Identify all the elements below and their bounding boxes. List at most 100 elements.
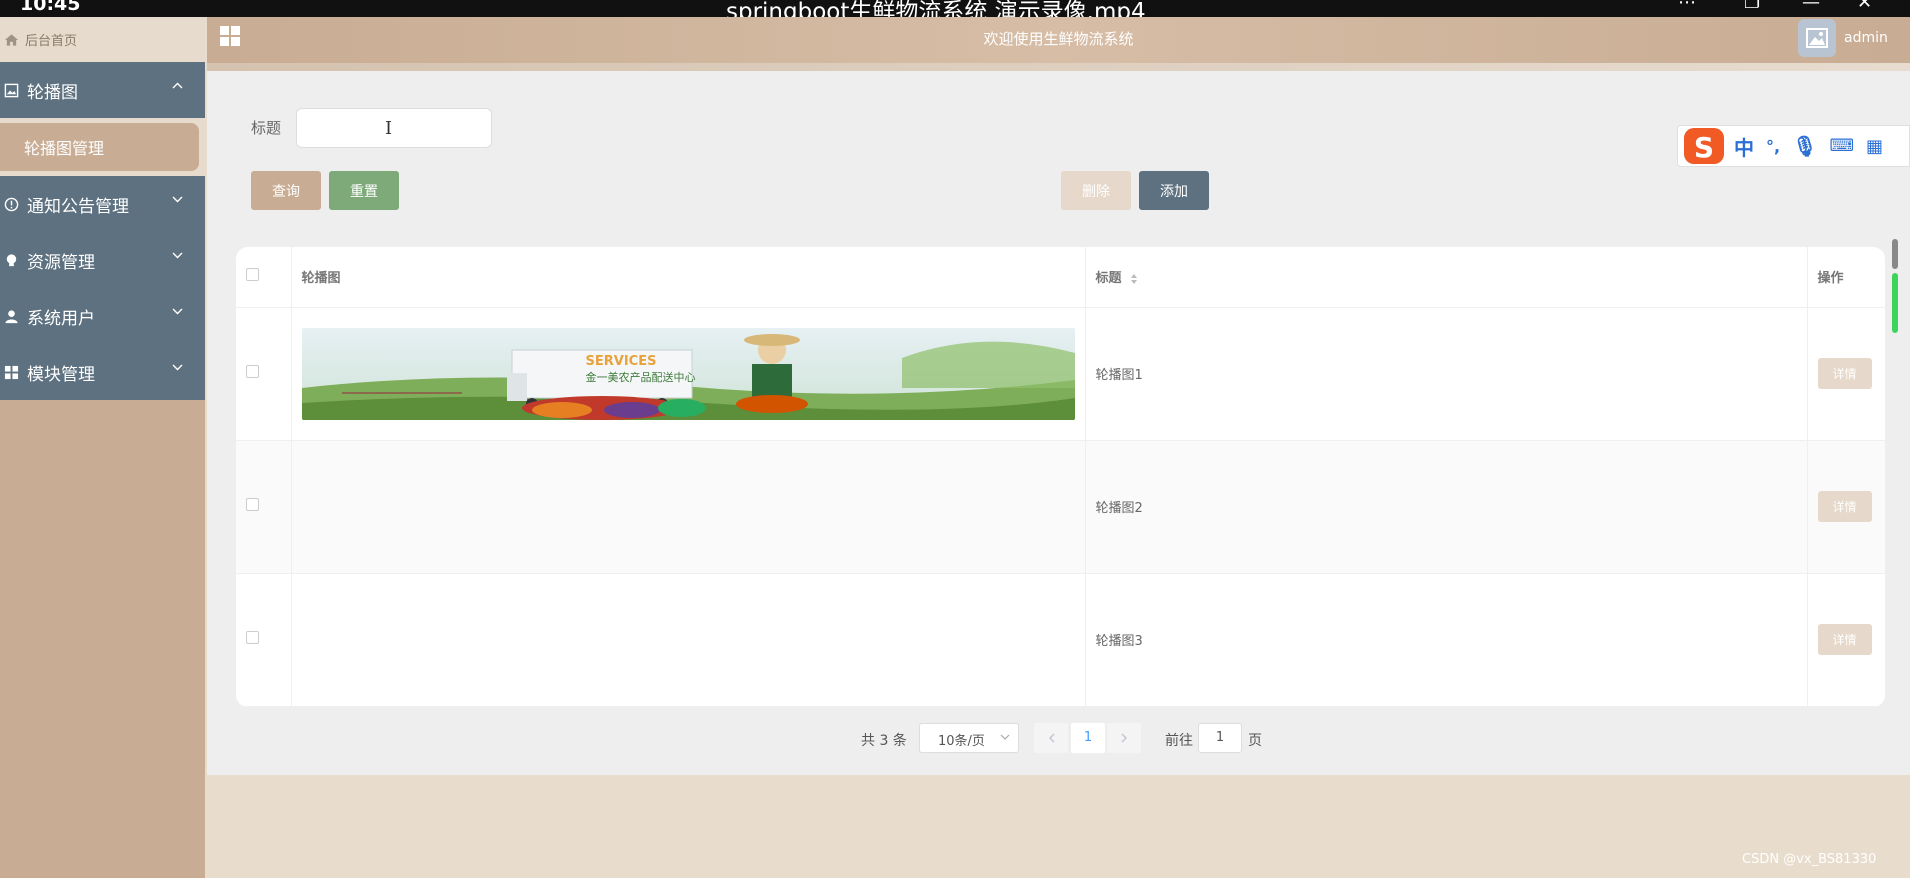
sogou-logo-icon: S	[1684, 128, 1724, 164]
close-icon[interactable]: ✕	[1857, 0, 1872, 12]
apps-icon[interactable]: ▦	[1866, 136, 1883, 157]
chevron-down-icon	[1000, 734, 1010, 740]
title-filter-label: 标题	[251, 119, 282, 137]
select-all-checkbox[interactable]	[246, 268, 259, 282]
info-icon	[4, 197, 19, 211]
svg-text:S: S	[1694, 131, 1714, 164]
avatar-image-icon	[1806, 28, 1828, 48]
minimize-icon[interactable]: —	[1802, 0, 1820, 12]
main-content: 标题 查询 重置 删除 添加 轮播图 标题 操作 SERVICES 金一美农产品…	[207, 71, 1910, 775]
sidebar-item-label: 通知公告管理	[27, 196, 129, 217]
sidebar-item-carousel[interactable]: 轮播图	[0, 62, 205, 118]
reset-button[interactable]: 重置	[329, 171, 399, 210]
column-header-banner: 轮播图	[291, 247, 1086, 308]
title-cell: 轮播图1	[1085, 307, 1808, 441]
chevron-down-icon	[172, 252, 183, 259]
goto-page-input[interactable]: 1	[1198, 723, 1242, 753]
header-divider	[207, 63, 1910, 71]
grid-icon	[4, 365, 19, 379]
more-icon[interactable]: ⋯	[1678, 0, 1696, 12]
row-select-cell	[236, 440, 292, 574]
sidebar-item-users[interactable]: 系统用户	[0, 288, 205, 344]
chevron-down-icon	[172, 364, 183, 371]
pip-icon[interactable]: ❐	[1744, 0, 1760, 12]
banner-cell: SERVICES 金一美农产品配送中心	[291, 307, 1086, 441]
chevron-right-icon	[1121, 733, 1127, 743]
chevron-down-icon	[172, 196, 183, 203]
text-cursor-icon: I	[385, 118, 393, 139]
page-number-current[interactable]: 1	[1071, 723, 1105, 753]
goto-label: 前往	[1165, 733, 1193, 749]
clock-text: 10:45	[20, 0, 81, 15]
avatar[interactable]	[1798, 19, 1836, 57]
watermark: CSDN @vx_BS81330	[1742, 852, 1877, 867]
next-page-button[interactable]	[1107, 723, 1141, 753]
table-row: 轮播图3 详情	[236, 573, 1885, 707]
column-header-actions: 操作	[1807, 247, 1885, 308]
sidebar-item-label: 轮播图	[27, 82, 78, 103]
row-checkbox[interactable]	[246, 498, 259, 511]
row-select-cell	[236, 307, 292, 441]
sort-icon[interactable]	[1130, 273, 1138, 285]
header-title: 欢迎使用生鲜物流系统	[983, 30, 1134, 48]
ime-punct[interactable]: °,	[1766, 137, 1780, 156]
row-checkbox[interactable]	[246, 631, 259, 644]
submenu-item-label: 轮播图管理	[24, 139, 105, 158]
detail-button[interactable]: 详情	[1817, 624, 1872, 655]
table-row: SERVICES 金一美农产品配送中心 轮播图1 详情	[236, 307, 1885, 441]
sidebar: 后台首页 轮播图 轮播图管理 通知公告管理 资源管理 系统用户 模块管理	[0, 17, 205, 878]
detail-button[interactable]: 详情	[1817, 491, 1872, 522]
select-all-cell	[236, 247, 292, 308]
image-icon	[4, 83, 19, 97]
video-title: springboot生鲜物流系统 演示录像.mp4	[726, 0, 1146, 17]
chevron-up-icon	[172, 82, 183, 89]
total-count: 共 3 条	[861, 733, 907, 749]
pagination: 共 3 条 10条/页 1 前往 1 页	[207, 723, 1910, 753]
banner-image[interactable]: SERVICES 金一美农产品配送中心	[301, 327, 1075, 420]
sidebar-item-label: 系统用户	[27, 308, 95, 329]
add-button[interactable]: 添加	[1139, 171, 1209, 210]
user-icon	[5, 309, 18, 323]
sidebar-item-label: 模块管理	[27, 364, 95, 385]
home-icon	[4, 33, 19, 46]
actions-cell: 详情	[1807, 307, 1885, 441]
delete-button[interactable]: 删除	[1061, 171, 1131, 210]
sidebar-home-label: 后台首页	[25, 34, 78, 49]
actions-cell: 详情	[1807, 573, 1885, 707]
sidebar-item-home[interactable]: 后台首页	[0, 17, 205, 62]
title-cell: 轮播图3	[1085, 573, 1808, 707]
actions-cell: 详情	[1807, 440, 1885, 574]
query-button[interactable]: 查询	[251, 171, 321, 210]
banner-caption: SERVICES	[585, 353, 657, 369]
page-size-value: 10条/页	[938, 734, 985, 749]
row-select-cell	[236, 573, 292, 707]
sidebar-item-modules[interactable]: 模块管理	[0, 344, 205, 400]
chevron-down-icon	[172, 308, 183, 315]
microphone-icon[interactable]: 🎙	[1792, 134, 1817, 158]
bulb-icon	[6, 253, 17, 266]
sidebar-item-notice[interactable]: 通知公告管理	[0, 176, 205, 232]
sidebar-item-resource[interactable]: 资源管理	[0, 232, 205, 288]
page-size-select[interactable]: 10条/页	[919, 723, 1019, 753]
submenu: 轮播图管理	[0, 118, 205, 176]
column-header-title-label: 标题	[1095, 271, 1122, 287]
column-header-title[interactable]: 标题	[1085, 247, 1808, 308]
sidebar-menu: 轮播图 轮播图管理 通知公告管理 资源管理 系统用户 模块管理	[0, 62, 205, 400]
ime-toolbar[interactable]: S 中 °, 🎙 ⌨ ▦	[1677, 125, 1910, 167]
sidebar-item-label: 资源管理	[27, 252, 95, 273]
row-checkbox[interactable]	[246, 365, 259, 378]
ime-mode[interactable]: 中	[1734, 132, 1754, 161]
banner-cell	[291, 573, 1086, 707]
table-row: 轮播图2 详情	[236, 388, 1885, 574]
title-filter-input[interactable]	[296, 108, 492, 148]
header-username[interactable]: admin	[1844, 30, 1888, 46]
banner-cell	[291, 388, 1086, 574]
prev-page-button[interactable]	[1034, 723, 1068, 753]
carousel-table: 轮播图 标题 操作 SERVICES 金一美农产品配送中心 轮播图1 详情 轮播…	[236, 247, 1885, 707]
banner-subcaption: 金一美农产品配送中心	[585, 370, 696, 384]
table-scrollbar[interactable]	[1892, 239, 1900, 334]
detail-button[interactable]: 详情	[1817, 358, 1872, 389]
sidebar-item-carousel-manage[interactable]: 轮播图管理	[0, 123, 199, 171]
keyboard-icon[interactable]: ⌨	[1829, 136, 1854, 156]
chevron-left-icon	[1048, 733, 1054, 743]
